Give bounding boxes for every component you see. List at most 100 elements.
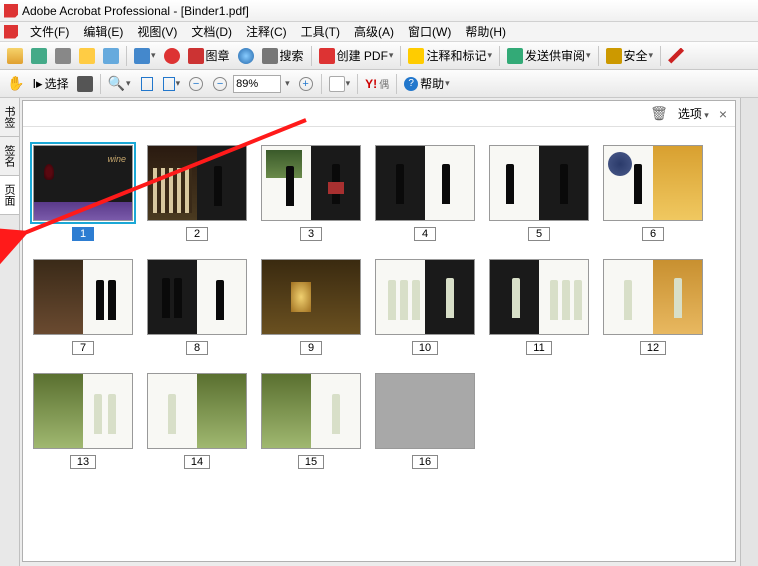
tab-signatures[interactable]: 签名 — [0, 137, 19, 176]
search-label: 搜索 — [280, 47, 304, 64]
fit-page-button[interactable] — [136, 73, 158, 95]
page-thumbnail[interactable]: 8 — [147, 259, 247, 355]
export-task-button[interactable]: ▾ — [326, 73, 354, 95]
thumbnail-label: 1 — [72, 227, 94, 241]
select-tool-button[interactable]: I▸选择 — [29, 73, 71, 95]
tab-bookmarks[interactable]: 书签 — [0, 98, 19, 137]
page-thumbnail[interactable]: 16 — [375, 373, 475, 469]
page-thumbnail[interactable]: 5 — [489, 145, 589, 241]
hand-icon: ✋ — [7, 75, 24, 92]
page-thumbnail[interactable]: 9 — [261, 259, 361, 355]
toolbar-view: ✋ I▸选择 🔍▾ ▾ − − ▾ + ▾ Y!偶 ?帮助▾ — [0, 70, 758, 98]
open-button[interactable] — [4, 45, 26, 67]
stamp-button[interactable]: 图章 — [185, 45, 233, 67]
annotate-button[interactable]: 注释和标记▾ — [405, 45, 495, 67]
thumbnail-image — [489, 145, 589, 221]
title-bar: Adobe Acrobat Professional - [Binder1.pd… — [0, 0, 758, 22]
page-thumbnail[interactable]: wine 1 — [33, 145, 133, 241]
snapshot-button[interactable] — [74, 73, 96, 95]
zoom-in-step-button[interactable]: + — [295, 73, 317, 95]
thumbnail-image — [375, 373, 475, 449]
thumbnails-area[interactable]: wine12345678910111213141516 — [23, 127, 735, 561]
page-thumbnail[interactable]: 4 — [375, 145, 475, 241]
thumbnail-label: 13 — [70, 455, 96, 469]
thumbnail-image — [147, 373, 247, 449]
menu-tools[interactable]: 工具(T) — [295, 22, 346, 41]
zoom-in-icon: 🔍 — [108, 75, 125, 92]
thumbnail-image — [261, 259, 361, 335]
hand-tool-button[interactable]: ✋ — [4, 73, 27, 95]
send-review-button[interactable]: 发送供审阅▾ — [504, 45, 594, 67]
globe-button[interactable] — [235, 45, 257, 67]
menu-view[interactable]: 视图(V) — [131, 22, 183, 41]
sign-button[interactable] — [665, 45, 687, 67]
zoom-in-button[interactable]: 🔍▾ — [105, 73, 134, 95]
separator — [660, 46, 661, 66]
options-button[interactable]: 选项 ▾ — [678, 105, 709, 122]
print-button[interactable] — [52, 45, 74, 67]
page-thumbnail[interactable]: 15 — [261, 373, 361, 469]
create-pdf-label: 创建 PDF — [337, 47, 388, 64]
page-thumbnail[interactable]: 11 — [489, 259, 589, 355]
side-tabs: 书签 签名 页面 — [0, 98, 20, 566]
page-thumbnail[interactable]: 14 — [147, 373, 247, 469]
thumbnail-image — [33, 373, 133, 449]
tab-pages[interactable]: 页面 — [0, 176, 19, 215]
help-button[interactable]: ?帮助▾ — [401, 73, 453, 95]
close-icon[interactable]: × — [719, 106, 727, 122]
chevron-down-icon: ▾ — [389, 50, 394, 61]
page-thumbnail[interactable]: 2 — [147, 145, 247, 241]
menu-window[interactable]: 窗口(W) — [402, 22, 457, 41]
thumbnail-image: wine — [33, 145, 133, 221]
separator — [311, 46, 312, 66]
chevron-down-icon: ▾ — [151, 50, 156, 61]
thumbnail-image — [489, 259, 589, 335]
thumbnail-image — [261, 145, 361, 221]
thumbnail-label: 8 — [186, 341, 208, 355]
annotate-label: 注释和标记 — [426, 47, 486, 64]
page-thumbnail[interactable]: 3 — [261, 145, 361, 241]
thumbnail-label: 9 — [300, 341, 322, 355]
page-thumbnail[interactable]: 7 — [33, 259, 133, 355]
attach-button[interactable]: ▾ — [131, 45, 159, 67]
organizer-button[interactable] — [100, 45, 122, 67]
menu-help[interactable]: 帮助(H) — [459, 22, 512, 41]
zoom-dropdown-button[interactable]: − — [209, 73, 231, 95]
email-button[interactable] — [76, 45, 98, 67]
right-gutter — [740, 98, 758, 566]
thumbnail-label: 15 — [298, 455, 324, 469]
page-thumbnail[interactable]: 6 — [603, 145, 703, 241]
app-icon — [4, 4, 18, 18]
save-button[interactable] — [28, 45, 50, 67]
chevron-down-icon: ▾ — [649, 50, 654, 61]
chevron-down-icon[interactable]: ▾ — [282, 78, 293, 89]
security-button[interactable]: 安全▾ — [603, 45, 657, 67]
minus-icon: − — [189, 77, 203, 91]
thumbnail-label: 5 — [528, 227, 550, 241]
menu-advanced[interactable]: 高级(A) — [348, 22, 400, 41]
yahoo-button[interactable]: Y!偶 — [362, 73, 392, 95]
thumbnail-grid: wine12345678910111213141516 — [33, 145, 731, 469]
chevron-down-icon: ▾ — [176, 78, 181, 89]
menu-document[interactable]: 文档(D) — [185, 22, 238, 41]
fit-width-button[interactable]: ▾ — [160, 73, 184, 95]
trash-icon[interactable]: 🗑 — [650, 105, 668, 122]
thumbnail-image — [33, 259, 133, 335]
menu-file[interactable]: 文件(F) — [24, 22, 75, 41]
page-thumbnail[interactable]: 13 — [33, 373, 133, 469]
thumbnail-image — [261, 373, 361, 449]
thumbnail-label: 11 — [526, 341, 551, 355]
menu-edit[interactable]: 编辑(E) — [77, 22, 129, 41]
menu-comments[interactable]: 注释(C) — [240, 22, 293, 41]
search-button[interactable]: 搜索 — [259, 45, 307, 67]
thumbnail-image — [147, 259, 247, 335]
page-thumbnail[interactable]: 12 — [603, 259, 703, 355]
zoom-out-step-button[interactable]: − — [185, 73, 207, 95]
thumbnail-label: 12 — [640, 341, 666, 355]
create-pdf-button[interactable]: 创建 PDF▾ — [316, 45, 397, 67]
zoom-input[interactable] — [233, 75, 281, 93]
page-thumbnail[interactable]: 10 — [375, 259, 475, 355]
separator — [598, 46, 599, 66]
options-label: 选项 — [678, 107, 702, 121]
stop-button[interactable] — [161, 45, 183, 67]
